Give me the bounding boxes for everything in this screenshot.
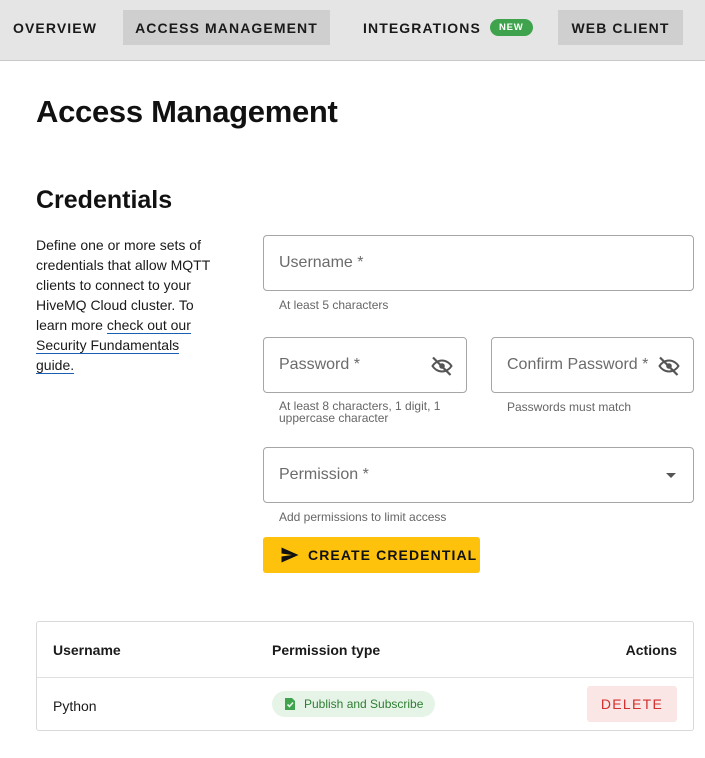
confirm-password-field[interactable]: Confirm Password * [491, 337, 694, 393]
column-header-permission: Permission type [272, 642, 381, 658]
delete-button-label: DELETE [600, 696, 664, 712]
row-username: Python [53, 698, 97, 714]
username-helper-text: At least 5 characters [279, 298, 389, 312]
delete-button[interactable]: DELETE [587, 686, 677, 722]
username-placeholder: Username * [279, 254, 364, 271]
permission-helper-text: Add permissions to limit access [279, 510, 447, 524]
eye-off-icon[interactable] [657, 354, 681, 378]
send-icon [281, 547, 299, 563]
new-badge: NEW [489, 19, 533, 36]
permission-chip: Publish and Subscribe [272, 691, 435, 717]
tab-access-management[interactable]: ACCESS MANAGEMENT [123, 10, 330, 45]
confirm-password-helper-text: Passwords must match [507, 400, 632, 414]
column-header-username: Username [53, 642, 121, 658]
tab-overview-label: OVERVIEW [13, 19, 98, 36]
publish-subscribe-icon [285, 698, 295, 710]
tab-integrations[interactable]: INTEGRATIONS NEW [350, 10, 540, 45]
table-row: Python Publish and Subscribe DELETE [37, 678, 693, 731]
credentials-table: Username Permission type Actions Python … [36, 621, 694, 731]
table-header: Username Permission type Actions [37, 622, 693, 678]
column-header-actions: Actions [625, 642, 677, 658]
confirm-password-placeholder: Confirm Password * [507, 356, 649, 373]
tab-overview[interactable]: OVERVIEW [0, 10, 102, 45]
tab-web-client-label: WEB CLIENT [571, 19, 670, 36]
create-credential-label: CREATE CREDENTIAL [308, 547, 478, 563]
permission-placeholder: Permission * [279, 466, 369, 483]
page-title: Access Management [36, 94, 338, 129]
tab-web-client[interactable]: WEB CLIENT [558, 10, 683, 45]
create-credential-button[interactable]: CREATE CREDENTIAL [263, 537, 480, 573]
chevron-down-icon[interactable] [666, 473, 676, 478]
password-placeholder: Password * [279, 356, 360, 373]
password-field[interactable]: Password * [263, 337, 467, 393]
permission-select[interactable]: Permission * [263, 447, 694, 503]
top-tab-bar: OVERVIEW ACCESS MANAGEMENT INTEGRATIONS … [0, 0, 705, 61]
eye-off-icon[interactable] [430, 354, 454, 378]
username-field[interactable]: Username * [263, 235, 694, 291]
tab-access-management-label: ACCESS MANAGEMENT [135, 19, 318, 36]
credentials-heading: Credentials [36, 186, 173, 214]
permission-chip-label: Publish and Subscribe [304, 697, 424, 711]
password-helper-text: At least 8 characters, 1 digit, 1 upperc… [279, 399, 441, 425]
credentials-description: Define one or more sets of credentials t… [36, 235, 221, 375]
tab-integrations-label: INTEGRATIONS [363, 19, 481, 36]
